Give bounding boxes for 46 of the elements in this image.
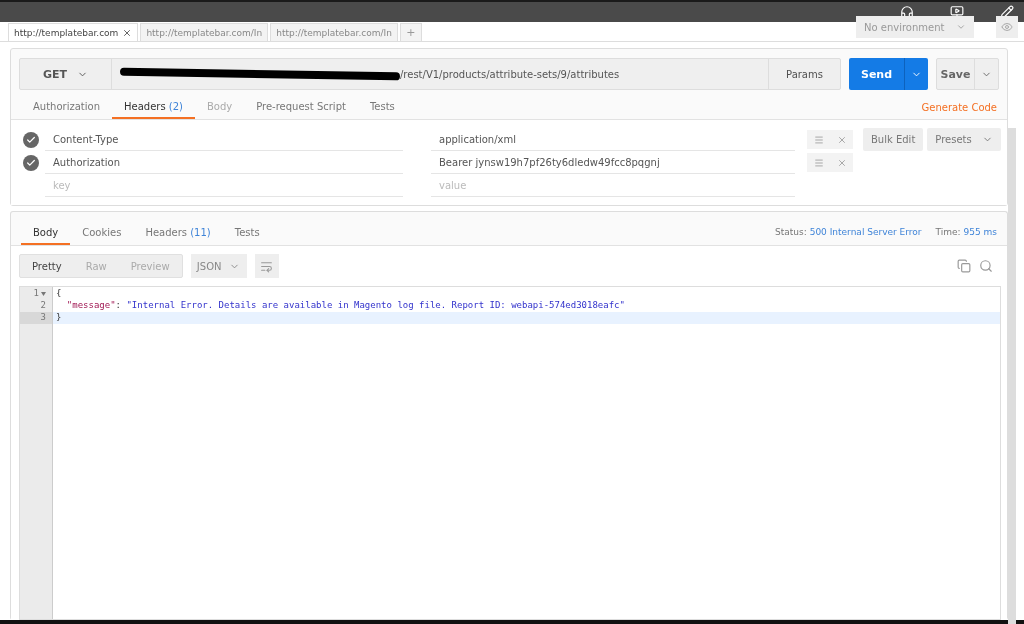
request-tab[interactable]: http://templatebar.com/In [270, 23, 398, 41]
fold-arrow-icon[interactable] [41, 292, 46, 296]
request-tab[interactable]: http://templatebar.com [8, 23, 139, 41]
request-tab[interactable]: http://templatebar.com/In [140, 23, 269, 41]
header-key[interactable]: Authorization [45, 151, 403, 174]
header-value[interactable]: Bearer jynsw19h7pf26ty6dledw49fcc8pqgnj [431, 151, 795, 174]
checkmark-icon [26, 134, 36, 145]
method-select[interactable]: GET [20, 59, 112, 89]
new-tab-button[interactable]: + [399, 23, 422, 41]
request-section-tab[interactable]: Authorization [21, 101, 112, 119]
header-key[interactable]: Content-Type [45, 128, 403, 151]
url-text[interactable]: /rest/V1/products/attribute-sets/9/attributes [400, 68, 620, 80]
wrap-icon[interactable] [254, 254, 279, 278]
status-text: Status: 500 Internal Server Error [775, 227, 922, 237]
chevron-down-icon [956, 22, 966, 32]
response-tab[interactable]: Headers (11) [133, 227, 223, 245]
request-section-tab[interactable]: Pre-request Script [244, 101, 358, 119]
environment-select[interactable]: No environment [856, 16, 974, 38]
response-tab[interactable]: Tests [222, 227, 272, 245]
params-button[interactable]: Params [768, 59, 840, 89]
time-text: Time: 955 ms [935, 227, 997, 237]
presets-button[interactable]: Presets [927, 128, 1001, 151]
close-icon[interactable] [122, 27, 133, 38]
video-icon[interactable] [950, 5, 964, 19]
checkmark-icon [26, 157, 36, 168]
header-value[interactable]: application/xml [431, 128, 795, 151]
line-number: 1 [20, 288, 52, 300]
code-line: "message": "Internal Error. Details are available in Magento log file. Report ID: webapi-574ed3018eafc" [65, 300, 626, 312]
scrollbar[interactable] [1008, 128, 1016, 624]
copy-icon[interactable] [957, 259, 971, 273]
send-button[interactable]: Send [849, 58, 928, 90]
response-tab[interactable]: Cookies [70, 227, 134, 245]
request-section-tab[interactable]: Tests [357, 101, 407, 119]
code-line: { [55, 288, 63, 300]
view-mode-button[interactable]: Pretty [20, 255, 74, 277]
header-checkbox[interactable] [23, 154, 39, 171]
line-number: 3 [20, 312, 52, 324]
generate-code-link[interactable]: Generate Code [921, 102, 997, 119]
line-number: 2 [39, 300, 47, 312]
headset-icon[interactable] [900, 5, 914, 19]
pencil-icon[interactable] [1000, 5, 1014, 19]
bulk-edit-button[interactable]: Bulk Edit [863, 128, 924, 151]
format-select[interactable]: JSON [190, 254, 247, 278]
search-icon[interactable] [979, 259, 993, 273]
header-checkbox[interactable] [23, 131, 39, 148]
save-button[interactable]: Save [936, 58, 999, 90]
